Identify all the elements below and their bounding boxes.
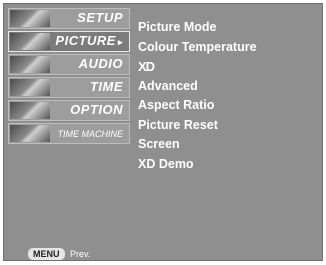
picture-submenu: Picture Mode Colour Temperature XD Advan… (138, 18, 257, 174)
picture-thumbnail-icon (10, 33, 50, 50)
menu-item-option[interactable]: OPTION (8, 100, 130, 121)
right-arrow-icon: ▸ (117, 37, 123, 47)
submenu-item-aspect-ratio[interactable]: Aspect Ratio (138, 96, 257, 116)
submenu-item-xd-demo[interactable]: XD Demo (138, 155, 257, 175)
submenu-item-advanced[interactable]: Advanced (138, 77, 257, 97)
submenu-item-screen[interactable]: Screen (138, 135, 257, 155)
menu-item-label: TIME MACHINE (57, 129, 123, 139)
main-menu: SETUP PICTURE ▸ AUDIO TIME OPTION TIME MA… (8, 8, 130, 234)
menu-item-label: SETUP (77, 10, 123, 25)
submenu-item-picture-reset[interactable]: Picture Reset (138, 116, 257, 136)
menu-item-time-machine[interactable]: TIME MACHINE (8, 123, 130, 144)
prev-hint: Prev. (70, 249, 91, 259)
menu-item-label: PICTURE (55, 33, 116, 48)
menu-item-label: TIME (89, 79, 123, 94)
menu-item-audio[interactable]: AUDIO (8, 54, 130, 75)
submenu-item-colour-temperature[interactable]: Colour Temperature (138, 38, 257, 58)
submenu-item-xd[interactable]: XD (138, 57, 155, 77)
menu-item-setup[interactable]: SETUP (8, 8, 130, 29)
menu-key-badge: MENU (28, 248, 65, 260)
time-machine-thumbnail-icon (10, 125, 50, 142)
menu-item-label: AUDIO (78, 56, 123, 71)
setup-thumbnail-icon (10, 10, 50, 27)
time-thumbnail-icon (10, 79, 50, 96)
option-thumbnail-icon (10, 102, 50, 119)
submenu-item-picture-mode[interactable]: Picture Mode (138, 18, 257, 38)
tv-osd-menu: SETUP PICTURE ▸ AUDIO TIME OPTION TIME MA… (3, 3, 323, 261)
audio-thumbnail-icon (10, 56, 50, 73)
menu-item-label: OPTION (70, 102, 123, 117)
menu-item-picture[interactable]: PICTURE ▸ (8, 31, 130, 52)
menu-item-time[interactable]: TIME (8, 77, 130, 98)
